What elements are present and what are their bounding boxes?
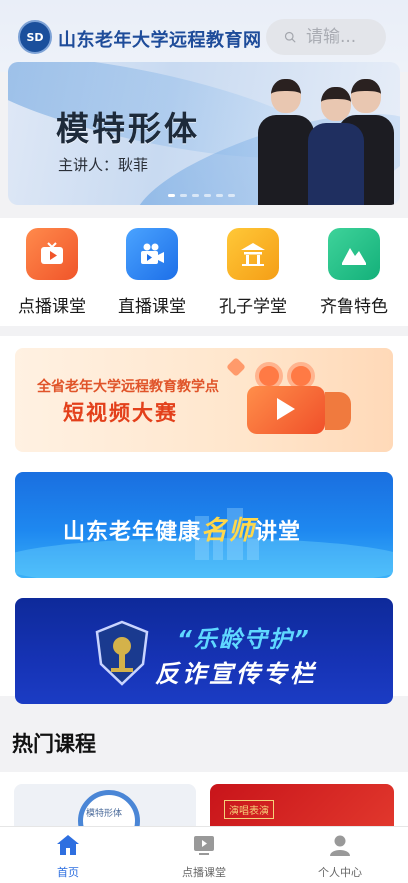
tv-icon	[194, 836, 214, 855]
banner-title: 模特形体	[56, 109, 200, 148]
promo-title-part: 讲堂	[255, 520, 302, 545]
quick-nav-label: 孔子学堂	[219, 297, 287, 317]
search-icon	[284, 31, 296, 43]
tab-label: 点播课堂	[182, 866, 226, 879]
mountain-icon	[328, 228, 380, 280]
video-camera-icon	[126, 228, 178, 280]
promo-title: 短视频大赛	[63, 401, 178, 425]
site-logo[interactable]: SD	[18, 20, 52, 54]
hero-banner[interactable]: 模特形体 主讲人：耿菲	[8, 62, 400, 205]
quick-nav-dianbo[interactable]: 点播课堂	[12, 228, 92, 317]
carousel-dots	[168, 194, 235, 197]
promo-card-short-video[interactable]: 全省老年大学远程教育教学点 短视频大赛	[15, 348, 393, 452]
carousel-dot[interactable]	[180, 194, 187, 197]
quick-nav: 点播课堂 直播课堂 孔子学堂 齐鲁特色	[0, 218, 408, 326]
carousel-dot[interactable]	[228, 194, 235, 197]
carousel-dot[interactable]	[204, 194, 211, 197]
camera-lens-icon	[325, 392, 351, 430]
bottom-tab-bar: 首页 点播课堂 个人中心	[0, 826, 408, 883]
carousel-dot[interactable]	[216, 194, 223, 197]
promo-title: “乐龄守护”	[177, 627, 311, 653]
tab-home[interactable]: 首页	[18, 833, 118, 880]
site-title: 山东老年大学远程教育网	[58, 30, 262, 51]
banner-person	[308, 87, 364, 205]
tv-icon	[26, 228, 78, 280]
course-card[interactable]: 模特形体	[14, 784, 196, 828]
police-badge-icon	[95, 620, 149, 686]
carousel-dot[interactable]	[192, 194, 199, 197]
carousel-dot[interactable]	[168, 194, 175, 197]
tab-label: 个人中心	[318, 866, 362, 879]
quick-nav-zhibo[interactable]: 直播课堂	[112, 228, 192, 317]
pavilion-icon	[227, 228, 279, 280]
banner-person	[258, 79, 314, 205]
course-card[interactable]: 演唱表演	[210, 784, 394, 828]
logo-text: SD	[26, 30, 44, 44]
course-thumb-label: 模特形体	[86, 809, 123, 819]
course-thumb-label: 演唱表演	[224, 800, 274, 819]
play-icon	[277, 398, 295, 420]
quick-nav-qilu[interactable]: 齐鲁特色	[314, 228, 394, 317]
promo-title-highlight: 名师	[201, 516, 256, 546]
home-icon	[57, 835, 79, 855]
hot-courses-list: 模特形体 演唱表演	[0, 772, 408, 828]
quick-nav-label: 直播课堂	[118, 297, 186, 317]
decoration-shape	[226, 357, 246, 377]
user-icon	[330, 835, 350, 856]
tab-profile[interactable]: 个人中心	[290, 833, 390, 880]
search-box[interactable]	[266, 19, 386, 55]
promo-title: 山东老年健康名师讲堂	[63, 510, 301, 547]
quick-nav-label: 点播课堂	[18, 297, 86, 317]
hot-courses-heading: 热门课程	[12, 732, 96, 756]
promo-card-anti-fraud[interactable]: “乐龄守护” 反诈宣传专栏	[15, 598, 393, 704]
tab-dianbo[interactable]: 点播课堂	[154, 833, 254, 880]
banner-speaker: 主讲人：耿菲	[58, 156, 149, 174]
promo-title-part: 山东老年健康	[63, 520, 202, 545]
promo-section: 全省老年大学远程教育教学点 短视频大赛 山东老年健康名师讲堂 “乐龄守护” 反诈…	[0, 336, 408, 704]
quick-nav-kongzi[interactable]: 孔子学堂	[213, 228, 293, 317]
tab-label: 首页	[57, 866, 79, 879]
promo-subtitle: 全省老年大学远程教育教学点	[37, 379, 219, 395]
search-input[interactable]	[306, 27, 386, 47]
promo-card-health-lecture[interactable]: 山东老年健康名师讲堂	[15, 472, 393, 578]
quick-nav-label: 齐鲁特色	[320, 297, 388, 317]
promo-subtitle: 反诈宣传专栏	[155, 660, 317, 688]
